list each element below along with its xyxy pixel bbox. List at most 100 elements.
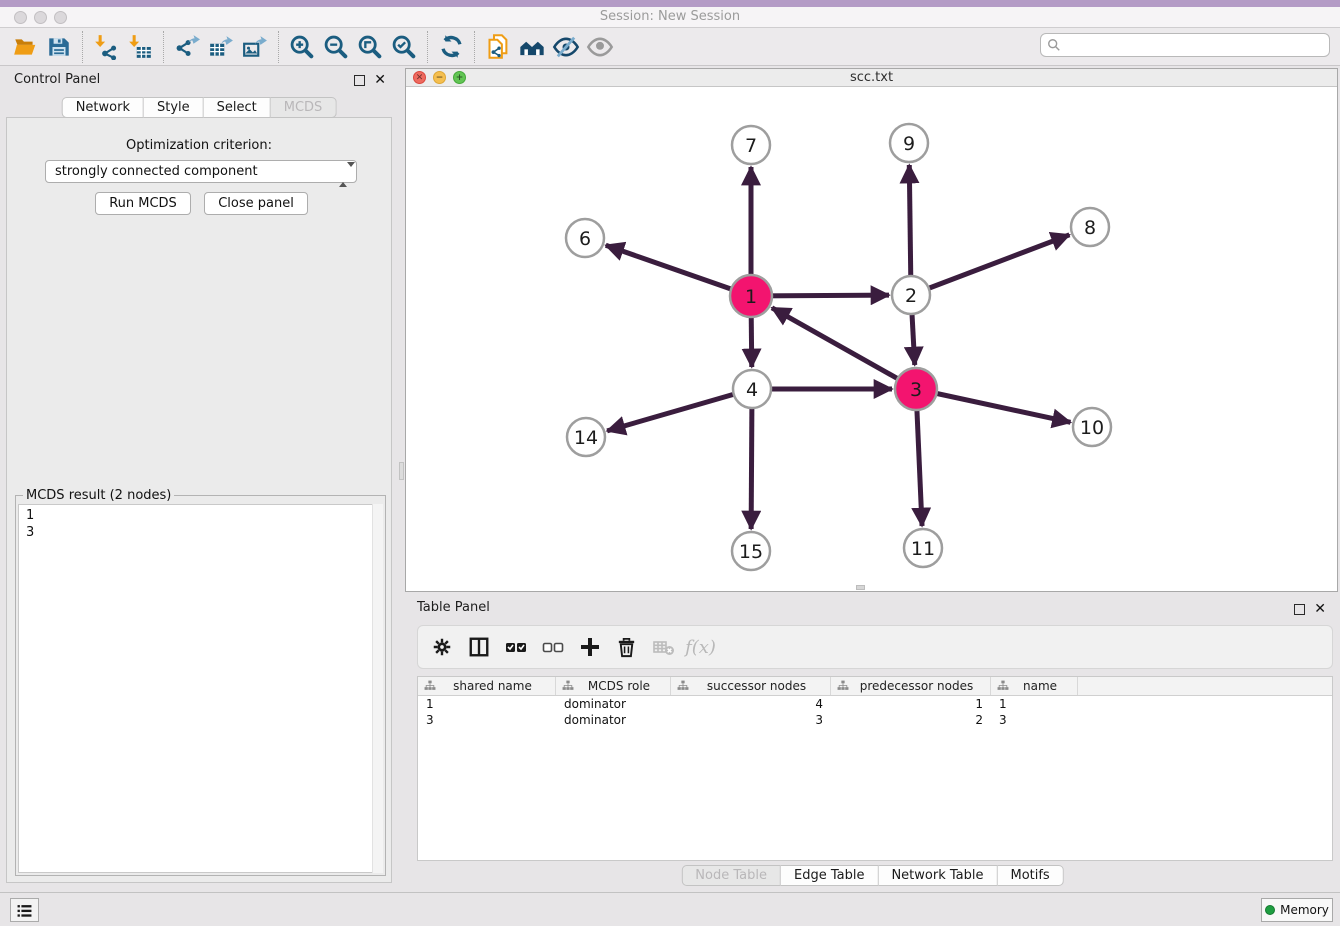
close-panel-button[interactable]: Close panel	[204, 192, 308, 215]
export-table-icon[interactable]	[204, 32, 238, 62]
export-network-icon[interactable]	[170, 32, 204, 62]
table-cell[interactable]: 1	[418, 696, 556, 712]
graph-node-10[interactable]: 10	[1073, 408, 1111, 446]
mcds-result-groupbox: MCDS result (2 nodes) 1 3	[15, 495, 386, 876]
tab-motifs[interactable]: Motifs	[997, 865, 1063, 886]
function-builder-icon[interactable]: f(x)	[685, 632, 716, 662]
table-cell[interactable]: 2	[831, 712, 991, 728]
graph-node-11[interactable]: 11	[904, 529, 942, 567]
edge-4-14[interactable]	[607, 389, 752, 431]
network-window-titlebar[interactable]: scc.txt ✕−+	[406, 69, 1337, 87]
tab-edge-table[interactable]: Edge Table	[781, 865, 878, 886]
table-cell[interactable]: 3	[418, 712, 556, 728]
table-cell[interactable]: 1	[991, 696, 1078, 712]
graph-node-7[interactable]: 7	[732, 126, 770, 164]
select-all-icon[interactable]	[500, 632, 531, 662]
show-column-filter-icon[interactable]	[463, 632, 494, 662]
task-list-icon	[16, 903, 33, 918]
mcds-result-title: MCDS result (2 nodes)	[23, 488, 174, 503]
graph-node-9[interactable]: 9	[890, 124, 928, 162]
delete-column-icon[interactable]	[611, 632, 642, 662]
column-header-name[interactable]: name	[991, 677, 1078, 695]
save-session-icon[interactable]	[42, 32, 76, 62]
graph-node-4[interactable]: 4	[733, 370, 771, 408]
titlebar-minimize-button[interactable]	[34, 11, 47, 24]
svg-text:14: 14	[574, 427, 598, 449]
edge-2-8[interactable]	[911, 235, 1069, 295]
apply-layout-icon[interactable]	[434, 32, 468, 62]
graph-node-8[interactable]: 8	[1071, 208, 1109, 246]
float-table-panel-icon[interactable]	[1294, 604, 1305, 615]
import-network-icon[interactable]	[89, 32, 123, 62]
add-column-icon[interactable]	[574, 632, 605, 662]
column-header-predecessor-nodes[interactable]: predecessor nodes	[831, 677, 991, 695]
graph-node-3[interactable]: 3	[895, 368, 937, 410]
memory-button[interactable]: Memory	[1261, 898, 1333, 922]
zoom-out-icon[interactable]	[319, 32, 353, 62]
show-all-icon[interactable]	[583, 32, 617, 62]
criterion-dropdown[interactable]: strongly connected component	[45, 160, 357, 183]
column-header-shared-name[interactable]: shared name	[418, 677, 556, 695]
table-row[interactable]: 3dominator323	[418, 712, 1332, 728]
network-window-zoom-button[interactable]: +	[453, 71, 466, 84]
app-titlebar: Session: New Session	[0, 7, 1340, 28]
network-graph-canvas[interactable]: 7 9 6 8 1 2 4 3 14 10 15 11	[406, 87, 1337, 591]
float-panel-icon[interactable]	[354, 75, 365, 86]
table-cell[interactable]: 4	[671, 696, 831, 712]
horizontal-scrollbar-handle[interactable]	[856, 585, 865, 590]
mcds-result-textarea[interactable]: 1 3	[18, 504, 383, 873]
edge-3-10[interactable]	[916, 389, 1070, 422]
graph-edges	[606, 165, 1071, 529]
tab-select[interactable]: Select	[204, 97, 271, 118]
graph-node-14[interactable]: 14	[567, 418, 605, 456]
tab-network[interactable]: Network	[62, 97, 144, 118]
close-panel-icon[interactable]: ✕	[374, 72, 386, 88]
svg-text:6: 6	[579, 228, 591, 250]
table-cell[interactable]: dominator	[556, 696, 671, 712]
graph-node-15[interactable]: 15	[732, 532, 770, 570]
hide-selected-icon[interactable]	[549, 32, 583, 62]
node-table[interactable]: shared nameMCDS rolesuccessor nodesprede…	[417, 676, 1333, 861]
table-cell[interactable]: 3	[671, 712, 831, 728]
edge-3-1[interactable]	[772, 308, 916, 389]
network-from-selection-icon[interactable]	[481, 32, 515, 62]
first-neighbors-icon[interactable]	[515, 32, 549, 62]
table-row[interactable]: 1dominator411	[418, 696, 1332, 712]
tab-node-table[interactable]: Node Table	[681, 865, 781, 886]
svg-text:2: 2	[905, 285, 917, 307]
tab-style[interactable]: Style	[144, 97, 204, 118]
export-image-icon[interactable]	[238, 32, 272, 62]
edge-1-6[interactable]	[606, 245, 751, 296]
table-options-icon[interactable]	[426, 632, 457, 662]
zoom-in-icon[interactable]	[285, 32, 319, 62]
graph-node-1[interactable]: 1	[730, 275, 772, 317]
table-cell[interactable]: dominator	[556, 712, 671, 728]
search-box[interactable]	[1040, 33, 1330, 57]
deselect-all-icon[interactable]	[537, 632, 568, 662]
zoom-fit-icon[interactable]	[353, 32, 387, 62]
open-session-icon[interactable]	[8, 32, 42, 62]
table-cell[interactable]: 3	[991, 712, 1078, 728]
run-mcds-button[interactable]: Run MCDS	[95, 192, 191, 215]
search-input[interactable]	[1061, 36, 1329, 54]
tab-mcds[interactable]: MCDS	[271, 97, 337, 118]
edge-4-15[interactable]	[751, 389, 752, 529]
mcds-result-scrollbar[interactable]	[372, 504, 383, 873]
tab-network-table[interactable]: Network Table	[878, 865, 997, 886]
table-cell[interactable]: 1	[831, 696, 991, 712]
column-header-successor-nodes[interactable]: successor nodes	[671, 677, 831, 695]
network-window-minimize-button[interactable]: −	[433, 71, 446, 84]
close-table-panel-icon[interactable]: ✕	[1314, 601, 1326, 617]
titlebar-zoom-button[interactable]	[54, 11, 67, 24]
delete-table-icon[interactable]	[648, 632, 679, 662]
graph-node-2[interactable]: 2	[892, 276, 930, 314]
panel-splitter-handle[interactable]	[399, 462, 404, 480]
graph-node-6[interactable]: 6	[566, 219, 604, 257]
titlebar-close-button[interactable]	[14, 11, 27, 24]
task-history-button[interactable]	[10, 898, 39, 922]
zoom-selected-icon[interactable]	[387, 32, 421, 62]
column-header-MCDS-role[interactable]: MCDS role	[556, 677, 671, 695]
network-window-close-button[interactable]: ✕	[413, 71, 426, 84]
import-table-icon[interactable]	[123, 32, 157, 62]
desktop-background-strip	[0, 0, 1340, 7]
